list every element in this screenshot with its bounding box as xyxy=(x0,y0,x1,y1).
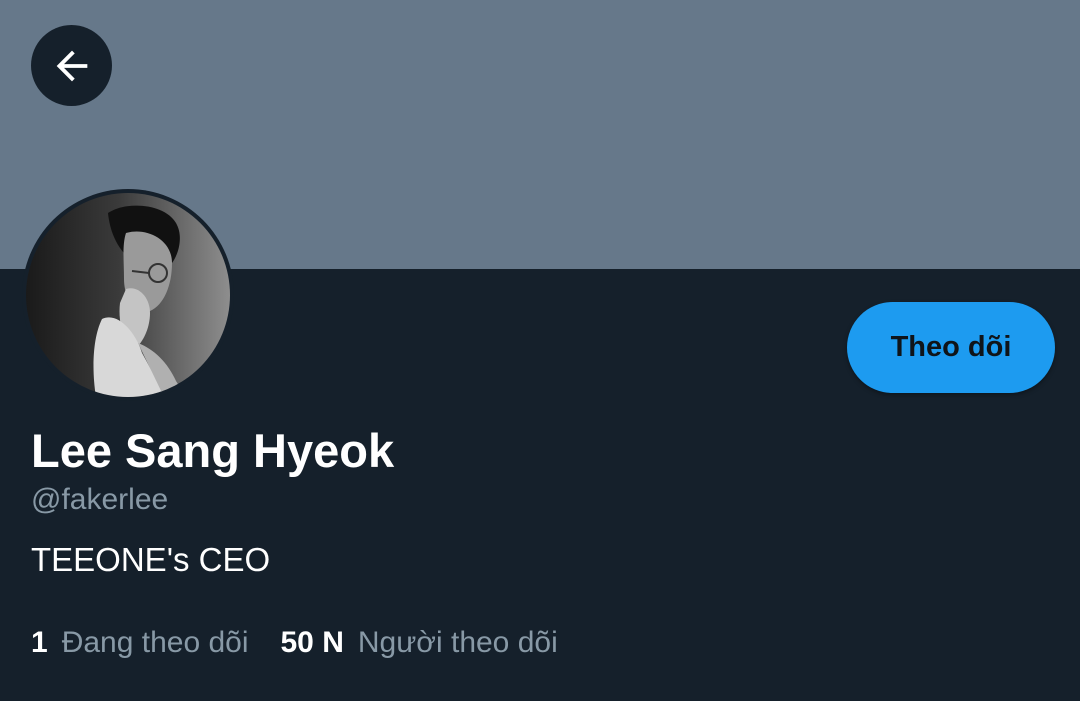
profile-bio: TEEONE's CEO xyxy=(31,541,271,578)
display-name: Lee Sang Hyeok xyxy=(31,424,395,477)
followers-stat[interactable]: 50 N Người theo dõi xyxy=(281,624,558,662)
follow-button[interactable]: Theo dõi xyxy=(847,302,1055,393)
back-button[interactable] xyxy=(31,25,112,106)
followers-count: 50 N xyxy=(280,626,344,659)
following-count: 1 xyxy=(31,626,48,659)
user-handle: @fakerlee xyxy=(31,483,169,516)
arrow-left-icon xyxy=(56,50,87,81)
profile-page: Theo dõi Lee Sang Hyeok @fakerlee TEEONE… xyxy=(0,0,1080,701)
followers-label: Người theo dõi xyxy=(357,626,558,659)
following-stat[interactable]: 1 Đang theo dõi xyxy=(31,624,249,662)
following-label: Đang theo dõi xyxy=(61,626,249,659)
avatar-photo xyxy=(26,193,230,397)
profile-stats: 1 Đang theo dõi 50 N Người theo dõi xyxy=(31,624,558,662)
avatar[interactable] xyxy=(22,189,234,401)
